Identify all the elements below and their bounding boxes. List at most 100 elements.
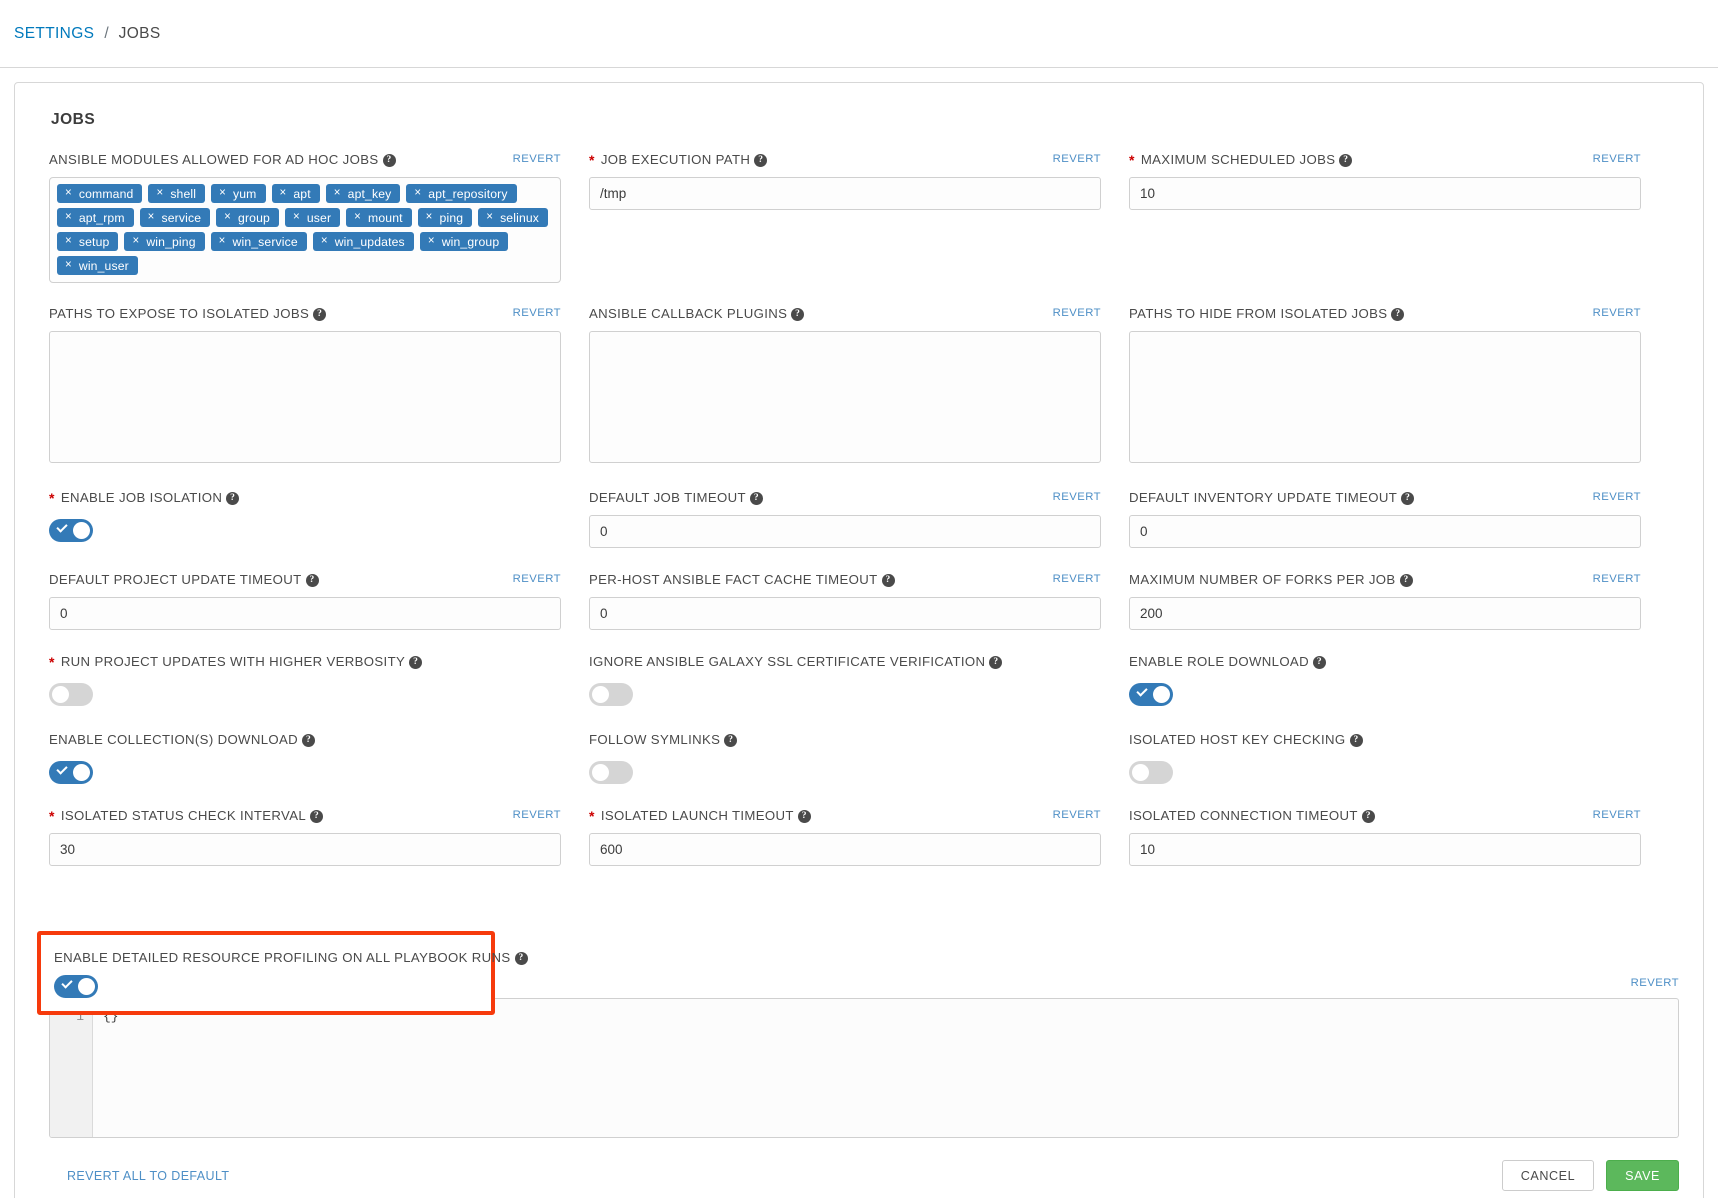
- cancel-button[interactable]: CANCEL: [1501, 1160, 1595, 1191]
- help-icon[interactable]: ?: [302, 733, 316, 747]
- tag-remove-icon[interactable]: ×: [124, 235, 146, 247]
- module-tag[interactable]: × user: [284, 208, 341, 227]
- revert-job-execution-path[interactable]: REVERT: [1053, 151, 1101, 165]
- tag-remove-icon[interactable]: ×: [418, 211, 440, 223]
- toggle-run-project-updates-verbosity[interactable]: [49, 683, 93, 706]
- paths-to-hide-textarea[interactable]: [1129, 331, 1641, 463]
- job-execution-path-input[interactable]: [589, 177, 1101, 210]
- toggle-follow-symlinks[interactable]: [589, 761, 633, 784]
- tag-remove-icon[interactable]: ×: [326, 187, 348, 199]
- help-icon[interactable]: ?: [382, 153, 396, 167]
- tag-remove-icon[interactable]: ×: [346, 211, 368, 223]
- help-icon[interactable]: ?: [989, 655, 1003, 669]
- revert-extra-environment-variables[interactable]: REVERT: [1631, 975, 1679, 989]
- revert-default-inventory-update-timeout[interactable]: REVERT: [1593, 489, 1641, 503]
- revert-isolated-launch-timeout[interactable]: REVERT: [1053, 807, 1101, 821]
- isolated-connection-timeout-input[interactable]: [1129, 833, 1641, 866]
- help-icon[interactable]: ?: [226, 491, 240, 505]
- module-tag[interactable]: × shell: [148, 184, 206, 203]
- module-tag[interactable]: × win_service: [210, 232, 307, 251]
- default-job-timeout-input[interactable]: [589, 515, 1101, 548]
- toggle-enable-collections-download[interactable]: [49, 761, 93, 784]
- toggle-enable-detailed-resource-profiling[interactable]: [54, 975, 98, 998]
- tag-remove-icon[interactable]: ×: [148, 187, 170, 199]
- help-icon[interactable]: ?: [1349, 733, 1363, 747]
- help-icon[interactable]: ?: [1399, 573, 1413, 587]
- tag-remove-icon[interactable]: ×: [57, 259, 79, 271]
- help-icon[interactable]: ?: [797, 809, 811, 823]
- help-icon[interactable]: ?: [1312, 655, 1326, 669]
- revert-ansible-callback-plugins[interactable]: REVERT: [1053, 305, 1101, 319]
- tag-remove-icon[interactable]: ×: [211, 187, 233, 199]
- revert-paths-to-expose[interactable]: REVERT: [513, 305, 561, 319]
- toggle-isolated-host-key-checking[interactable]: [1129, 761, 1173, 784]
- maximum-scheduled-jobs-input[interactable]: [1129, 177, 1641, 210]
- revert-default-project-update-timeout[interactable]: REVERT: [513, 571, 561, 585]
- tag-remove-icon[interactable]: ×: [420, 235, 442, 247]
- tag-remove-icon[interactable]: ×: [272, 187, 294, 199]
- help-icon[interactable]: ?: [1401, 491, 1415, 505]
- module-tag[interactable]: × win_user: [57, 256, 138, 275]
- revert-per-host-fact-cache-timeout[interactable]: REVERT: [1053, 571, 1101, 585]
- toggle-ignore-galaxy-ssl[interactable]: [589, 683, 633, 706]
- help-icon[interactable]: ?: [514, 951, 528, 965]
- help-icon[interactable]: ?: [313, 307, 327, 321]
- default-project-update-timeout-input[interactable]: [49, 597, 561, 630]
- revert-ansible-modules[interactable]: REVERT: [513, 151, 561, 165]
- isolated-launch-timeout-input[interactable]: [589, 833, 1101, 866]
- module-tag[interactable]: × apt_rpm: [57, 208, 134, 227]
- ansible-callback-plugins-textarea[interactable]: [589, 331, 1101, 463]
- module-tag[interactable]: × ping: [417, 208, 473, 227]
- extra-environment-variables-editor[interactable]: 1 {}: [49, 998, 1679, 1138]
- save-button[interactable]: SAVE: [1606, 1160, 1679, 1191]
- revert-isolated-connection-timeout[interactable]: REVERT: [1593, 807, 1641, 821]
- module-tag[interactable]: × command: [57, 184, 143, 203]
- help-icon[interactable]: ?: [1339, 153, 1353, 167]
- revert-maximum-forks-per-job[interactable]: REVERT: [1593, 571, 1641, 585]
- revert-isolated-status-check-interval[interactable]: REVERT: [513, 807, 561, 821]
- default-inventory-update-timeout-input[interactable]: [1129, 515, 1641, 548]
- module-tag[interactable]: × mount: [346, 208, 412, 227]
- revert-all-to-default-link[interactable]: REVERT ALL TO DEFAULT: [67, 1169, 229, 1183]
- module-tag[interactable]: × selinux: [478, 208, 549, 227]
- maximum-forks-per-job-input[interactable]: [1129, 597, 1641, 630]
- ansible-modules-tag-box[interactable]: × command × shell × yum × apt × apt_key × apt_repos…: [49, 177, 561, 283]
- help-icon[interactable]: ?: [409, 655, 423, 669]
- module-tag[interactable]: × win_updates: [312, 232, 414, 251]
- help-icon[interactable]: ?: [305, 573, 319, 587]
- isolated-status-check-interval-input[interactable]: [49, 833, 561, 866]
- revert-default-job-timeout[interactable]: REVERT: [1053, 489, 1101, 503]
- module-tag[interactable]: × win_group: [419, 232, 509, 251]
- help-icon[interactable]: ?: [749, 491, 763, 505]
- module-tag[interactable]: × apt_repository: [406, 184, 517, 203]
- breadcrumb-settings-link[interactable]: SETTINGS: [14, 25, 94, 43]
- module-tag[interactable]: × apt: [271, 184, 320, 203]
- module-tag[interactable]: × yum: [211, 184, 266, 203]
- revert-paths-to-hide[interactable]: REVERT: [1593, 305, 1641, 319]
- tag-remove-icon[interactable]: ×: [57, 211, 79, 223]
- toggle-enable-role-download[interactable]: [1129, 683, 1173, 706]
- tag-remove-icon[interactable]: ×: [216, 211, 238, 223]
- tag-remove-icon[interactable]: ×: [57, 235, 79, 247]
- tag-remove-icon[interactable]: ×: [57, 187, 79, 199]
- module-tag[interactable]: × apt_key: [325, 184, 401, 203]
- tag-remove-icon[interactable]: ×: [313, 235, 335, 247]
- toggle-enable-job-isolation[interactable]: [49, 519, 93, 542]
- help-icon[interactable]: ?: [881, 573, 895, 587]
- help-icon[interactable]: ?: [754, 153, 768, 167]
- help-icon[interactable]: ?: [724, 733, 738, 747]
- module-tag[interactable]: × group: [216, 208, 279, 227]
- revert-maximum-scheduled-jobs[interactable]: REVERT: [1593, 151, 1641, 165]
- help-icon[interactable]: ?: [310, 809, 324, 823]
- tag-remove-icon[interactable]: ×: [285, 211, 307, 223]
- tag-remove-icon[interactable]: ×: [406, 187, 428, 199]
- paths-to-expose-textarea[interactable]: [49, 331, 561, 463]
- module-tag[interactable]: × win_ping: [124, 232, 205, 251]
- help-icon[interactable]: ?: [1391, 307, 1405, 321]
- module-tag[interactable]: × setup: [57, 232, 119, 251]
- tag-remove-icon[interactable]: ×: [140, 211, 162, 223]
- module-tag[interactable]: × service: [139, 208, 211, 227]
- tag-remove-icon[interactable]: ×: [211, 235, 233, 247]
- help-icon[interactable]: ?: [791, 307, 805, 321]
- help-icon[interactable]: ?: [1361, 809, 1375, 823]
